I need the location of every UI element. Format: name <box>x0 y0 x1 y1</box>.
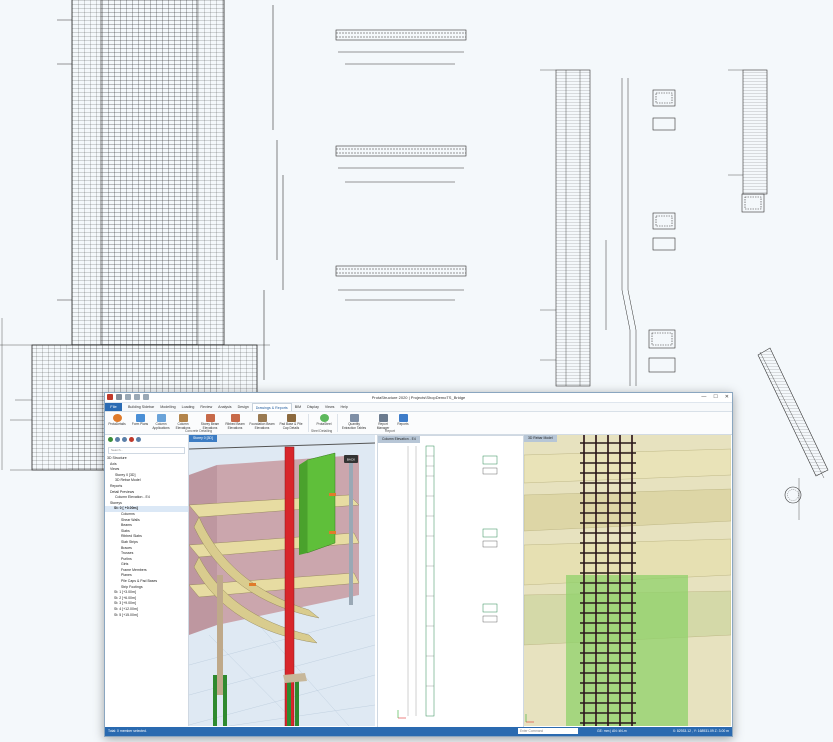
far-right-column <box>728 69 768 195</box>
storey-beam-icon <box>205 414 215 422</box>
protastructure-window: ProtaStructure 2020 | Projects\ShopDemoT… <box>104 392 733 737</box>
viewport-3d-structure[interactable]: BACK Storey 0 [3D] <box>189 435 375 726</box>
foundation-beam-icon <box>257 414 267 422</box>
ribbon: ProtaDetails Form Plans Column Applicati… <box>105 412 732 435</box>
group-steel-detailing: Steel Detailing <box>311 429 333 433</box>
protasteel-button[interactable]: ProtaSteel <box>313 414 335 427</box>
diagonal-pile <box>757 347 829 520</box>
menu-drawings-reports[interactable]: Drawings & Reports <box>251 403 292 411</box>
menu-tabs: Building Sidebar Modelling Loading Revie… <box>125 403 351 411</box>
3d-model-canvas: BACK <box>189 435 375 726</box>
menu-loading[interactable]: Loading <box>179 403 198 411</box>
close-button[interactable]: ✕ <box>725 394 729 400</box>
selection-status: Total: 0 member selected. <box>108 729 147 733</box>
file-menu[interactable]: File <box>105 403 122 411</box>
reports-button[interactable]: Reports <box>392 414 414 427</box>
tab-storey-3d[interactable]: Storey 0 [3D] <box>189 435 217 442</box>
back-label: BACK <box>347 458 355 462</box>
project-tree-panel: Search... 3D Structure Axis Views Storey… <box>105 435 189 726</box>
menu-modelling[interactable]: Modelling <box>157 403 178 411</box>
tree-search-input[interactable]: Search... <box>108 447 185 454</box>
ribbon-separator <box>337 414 338 432</box>
column-elevation-canvas <box>378 436 523 727</box>
column-applications-icon <box>156 414 166 422</box>
tab-column-elevation[interactable]: Column Elevation - E4 <box>378 436 420 443</box>
command-input[interactable]: Enter Command <box>518 728 578 734</box>
menu-building-sidebar[interactable]: Building Sidebar <box>125 403 157 411</box>
menu-help[interactable]: Help <box>337 403 350 411</box>
minimize-button[interactable]: — <box>701 394 706 400</box>
quantity-tables-icon <box>349 414 359 422</box>
right-column-elevation <box>540 69 637 387</box>
quantity-extraction-button[interactable]: Quantity Extraction Tables <box>341 414 367 430</box>
column-applications-button[interactable]: Column Applications <box>150 414 172 430</box>
menu-analysis[interactable]: Analysis <box>215 403 234 411</box>
refresh-icon[interactable] <box>108 437 113 442</box>
report-manager-button[interactable]: Report Manager <box>372 414 394 430</box>
group-concrete-detailing: Concrete Detailing <box>185 429 213 433</box>
zoom-icon[interactable] <box>122 437 127 442</box>
title-bar: ProtaStructure 2020 | Projects\ShopDemoT… <box>105 393 732 403</box>
tree-item[interactable]: St: 5 [+15.00m] <box>105 613 188 619</box>
pad-base-pile-cap-button[interactable]: Pad Base & Pile Cap Details <box>277 414 305 430</box>
column-elevations-button[interactable]: Column Elevations <box>172 414 194 430</box>
viewport-column-elevation[interactable]: Column Elevation - E4 <box>377 435 524 728</box>
form-plans-button[interactable]: Form Plans <box>129 414 151 427</box>
protadetails-icon <box>112 414 122 422</box>
menu-display[interactable]: Display <box>304 403 322 411</box>
menu-views[interactable]: Views <box>322 403 338 411</box>
column-elevations-icon <box>178 414 188 422</box>
ribbed-beam-elevations-button[interactable]: Ribbed Beam Elevations <box>222 414 248 430</box>
viewport-3d-rebar[interactable]: 3D Rebar Model <box>524 435 731 726</box>
group-report: Report <box>385 429 395 433</box>
menu-bar: File Building Sidebar Modelling Loading … <box>105 403 732 412</box>
foundation-beam-elevations-button[interactable]: Foundation Beam Elevations <box>248 414 276 430</box>
rebar-model-canvas <box>524 435 731 726</box>
maximize-button[interactable]: ☐ <box>713 394 717 400</box>
menu-bim[interactable]: BIM <box>292 403 304 411</box>
pad-base-icon <box>286 414 296 422</box>
ribbed-beam-icon <box>230 414 240 422</box>
tree-toolbar <box>105 435 188 446</box>
rebar-bar-shapes <box>263 5 284 380</box>
report-manager-icon <box>378 414 388 422</box>
window-controls: — ☐ ✕ <box>701 394 729 400</box>
coordinate-readout: X: 82933.12 , Y: 168931.09 Z: 3.00 m <box>672 729 729 733</box>
beam-sections <box>335 29 467 301</box>
view-icon[interactable] <box>115 437 120 442</box>
status-bar: Total: 0 member selected. Enter Command … <box>105 727 732 736</box>
units-display[interactable]: GE: mm | AN: kN-m <box>597 729 627 733</box>
filter-icon[interactable] <box>129 437 134 442</box>
tab-3d-rebar[interactable]: 3D Rebar Model <box>524 435 557 442</box>
menu-review[interactable]: Review <box>197 403 215 411</box>
protadetails-button[interactable]: ProtaDetails <box>106 414 128 427</box>
search-icon[interactable] <box>136 437 141 442</box>
protasteel-icon <box>319 414 329 422</box>
reports-icon <box>398 414 408 422</box>
storey-beam-elevations-button[interactable]: Storey Beam Elevations <box>197 414 223 430</box>
menu-design[interactable]: Design <box>235 403 252 411</box>
form-plans-icon <box>135 414 145 422</box>
window-title: ProtaStructure 2020 | Projects\ShopDemoT… <box>371 395 466 400</box>
ribbon-separator <box>308 414 309 432</box>
